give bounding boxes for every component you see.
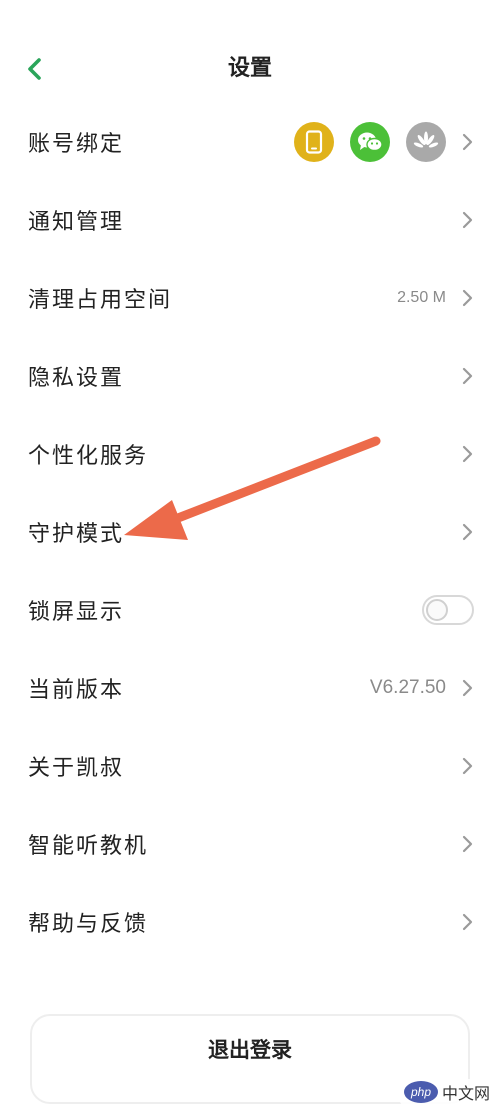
version-value: V6.27.50 xyxy=(369,677,446,698)
chevron-right-icon xyxy=(460,912,474,932)
row-label: 个性化服务 xyxy=(28,444,149,469)
chevron-right-icon xyxy=(460,132,474,152)
wechat-icon xyxy=(350,122,390,162)
row-label: 账号绑定 xyxy=(28,132,125,157)
bound-accounts xyxy=(278,122,446,162)
settings-list: 账号绑定 通知管理 清理占用空间 2.50 M 隐私设置 个性化服务 守护模式 … xyxy=(0,103,500,961)
row-help[interactable]: 帮助与反馈 xyxy=(0,883,500,961)
row-clear-storage[interactable]: 清理占用空间 2.50 M xyxy=(0,259,500,337)
row-version[interactable]: 当前版本 V6.27.50 xyxy=(0,649,500,727)
storage-size: 2.50 M xyxy=(397,289,446,306)
watermark-text: 中文网 xyxy=(441,1084,490,1103)
row-label: 隐私设置 xyxy=(28,366,125,391)
page-title: 设置 xyxy=(227,56,272,81)
row-label: 关于凯叔 xyxy=(28,756,125,781)
chevron-right-icon xyxy=(460,288,474,308)
chevron-right-icon xyxy=(460,444,474,464)
row-notifications[interactable]: 通知管理 xyxy=(0,181,500,259)
row-guardian-mode[interactable]: 守护模式 xyxy=(0,493,500,571)
row-about[interactable]: 关于凯叔 xyxy=(0,727,500,805)
chevron-right-icon xyxy=(460,210,474,230)
row-smart-player[interactable]: 智能听教机 xyxy=(0,805,500,883)
toggle-knob xyxy=(426,599,448,621)
row-personalization[interactable]: 个性化服务 xyxy=(0,415,500,493)
chevron-right-icon xyxy=(460,756,474,776)
row-label: 智能听教机 xyxy=(28,834,149,859)
chevron-right-icon xyxy=(460,678,474,698)
row-label: 当前版本 xyxy=(28,678,125,703)
row-account-binding[interactable]: 账号绑定 xyxy=(0,103,500,181)
row-label: 帮助与反馈 xyxy=(28,912,149,937)
row-lockscreen: 锁屏显示 xyxy=(0,571,500,649)
chevron-right-icon xyxy=(460,834,474,854)
row-label: 清理占用空间 xyxy=(28,288,173,313)
watermark: php 中文网 xyxy=(399,1079,494,1105)
row-privacy[interactable]: 隐私设置 xyxy=(0,337,500,415)
chevron-right-icon xyxy=(460,366,474,386)
row-label: 锁屏显示 xyxy=(28,600,125,625)
php-logo-icon: php xyxy=(403,1081,438,1103)
phone-icon xyxy=(294,122,334,162)
row-label: 通知管理 xyxy=(28,210,125,235)
lockscreen-toggle[interactable] xyxy=(422,595,474,625)
row-label: 守护模式 xyxy=(28,522,125,547)
huawei-icon xyxy=(406,122,446,162)
chevron-right-icon xyxy=(460,522,474,542)
